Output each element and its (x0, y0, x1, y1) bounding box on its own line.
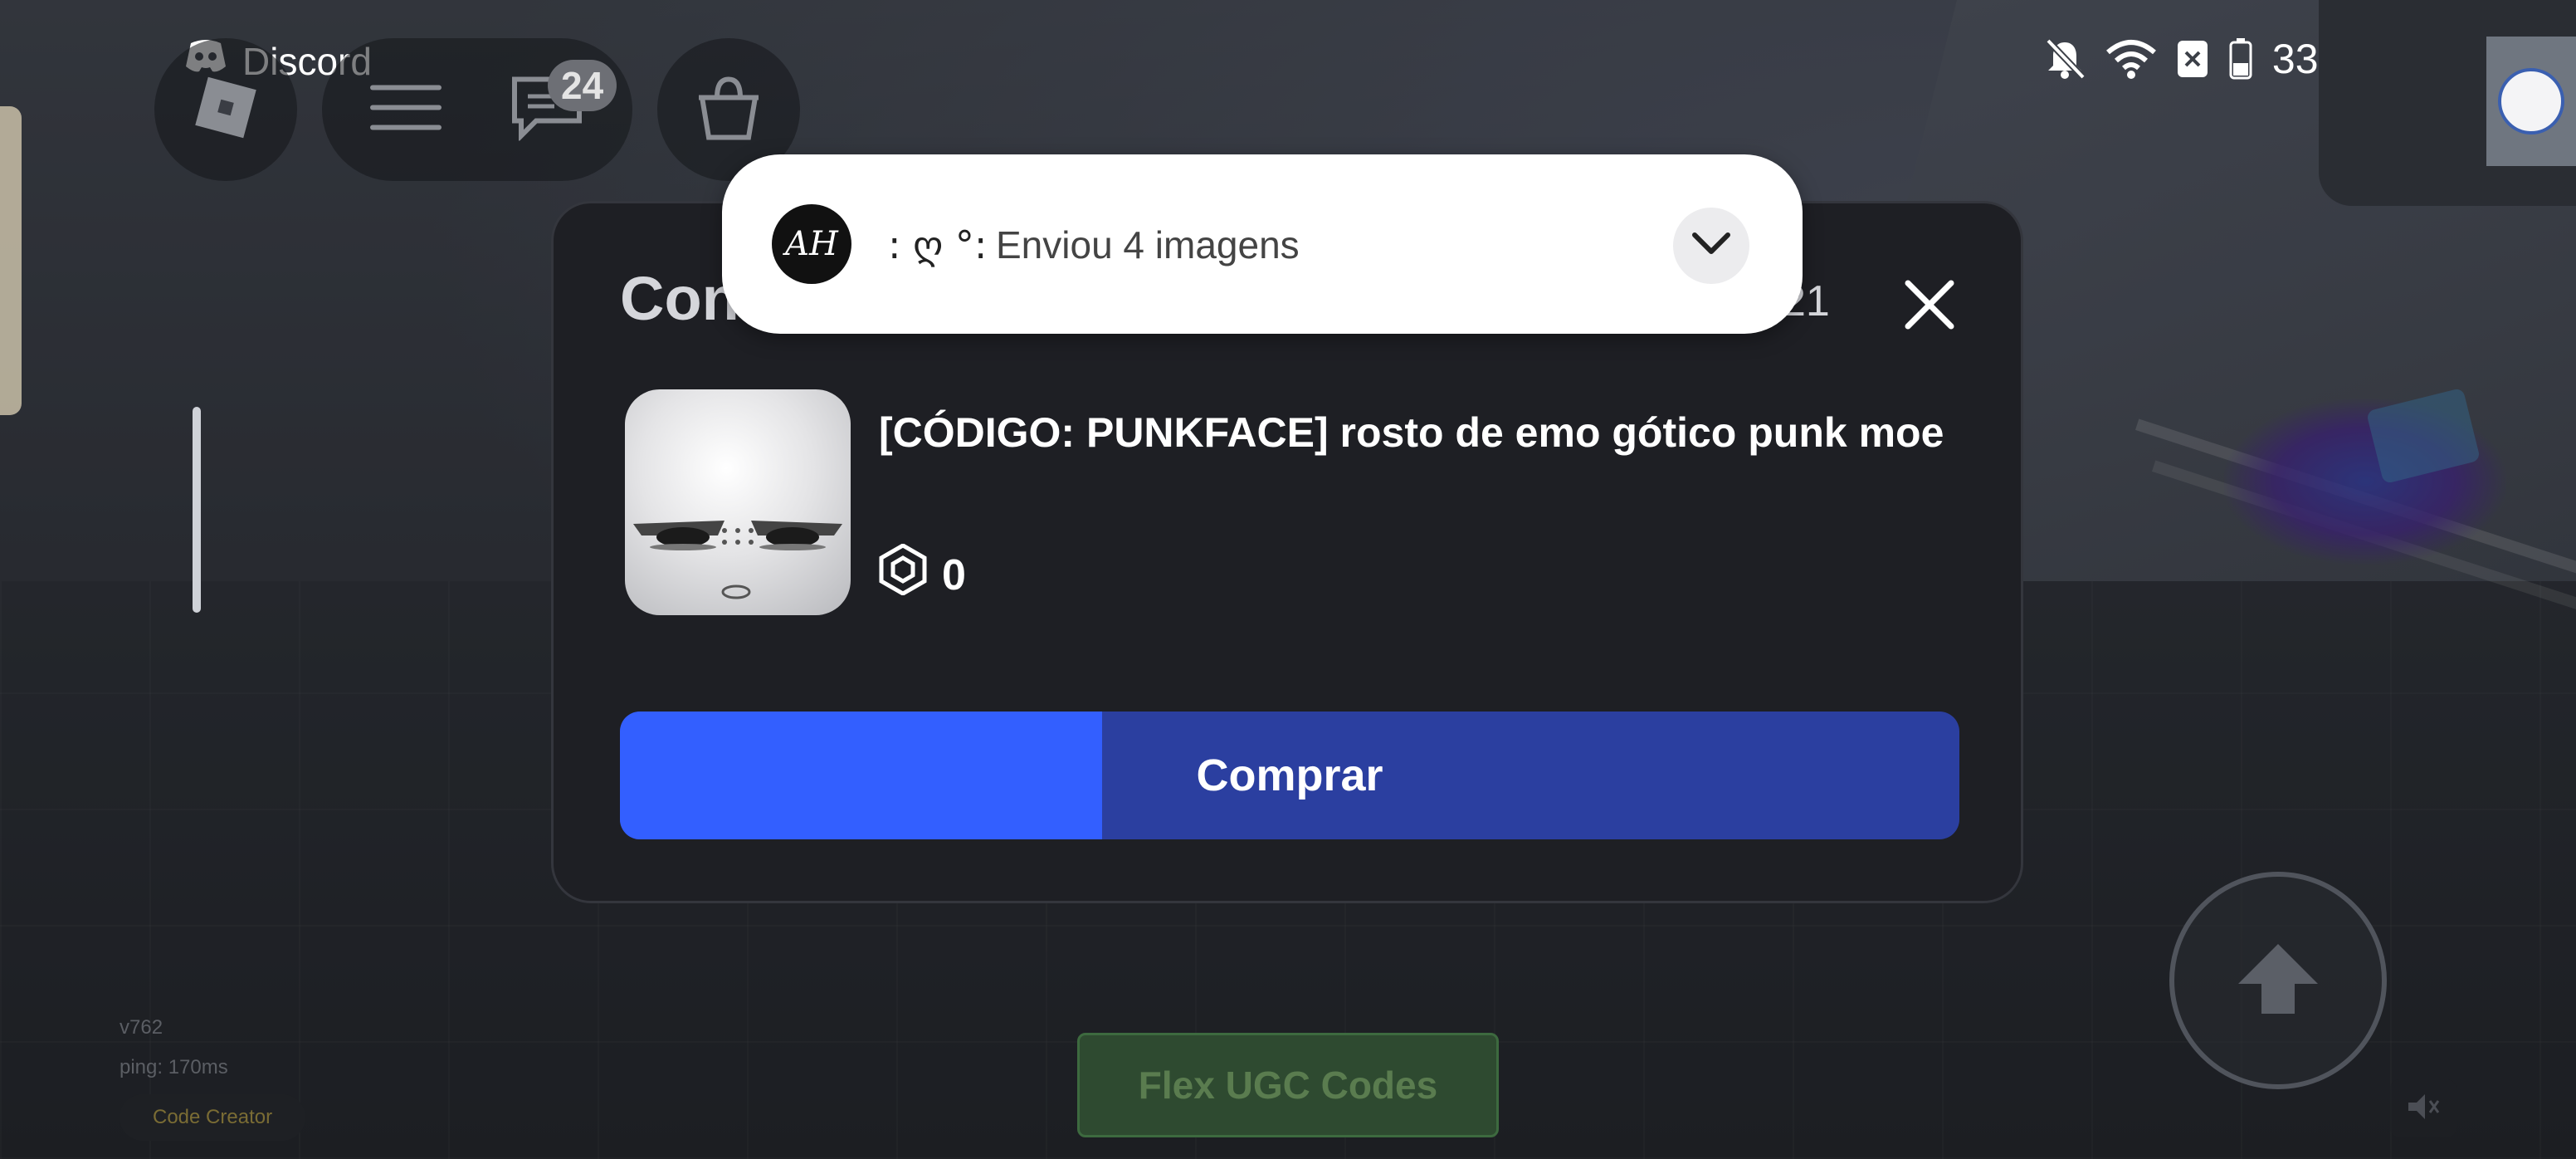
code-creator-button[interactable]: Code Creator (120, 1094, 306, 1141)
vertical-slider[interactable] (193, 407, 201, 613)
notification-avatar: AH (772, 204, 851, 284)
notification-sender: : ღ °: (888, 223, 988, 267)
discord-notification[interactable]: AH : ღ °: Enviou 4 imagens (722, 154, 1803, 334)
jump-button[interactable] (2169, 872, 2387, 1089)
buy-button[interactable]: Comprar (620, 712, 1959, 839)
robux-icon (879, 543, 927, 606)
roblox-menu-button[interactable] (154, 38, 297, 181)
item-thumbnail (625, 389, 851, 615)
chevron-down-icon (1691, 232, 1731, 261)
game-ping: ping: 170ms (120, 1056, 228, 1078)
roblox-logo-icon (194, 76, 257, 144)
game-version: v762 (120, 1016, 163, 1039)
mute-icon (2407, 1093, 2440, 1125)
chat-unread-badge: 24 (548, 60, 617, 111)
flex-ugc-codes-button[interactable]: Flex UGC Codes (1077, 1033, 1499, 1137)
avatar-face (2498, 68, 2564, 134)
shopping-bag-icon (694, 73, 764, 147)
mute-button[interactable] (2390, 1079, 2456, 1137)
notification-message: Enviou 4 imagens (996, 223, 1300, 267)
item-price: 0 (942, 550, 966, 599)
side-drawer-handle[interactable] (0, 106, 22, 415)
close-icon (1888, 280, 1971, 350)
sim-blocked-icon (2176, 39, 2209, 79)
bell-off-icon (2043, 37, 2086, 81)
jump-arrow-icon (2228, 929, 2328, 1033)
wifi-icon (2105, 39, 2156, 79)
player-avatar[interactable] (2486, 37, 2576, 166)
status-bar-right: 33% (2043, 35, 2355, 83)
hamburger-menu-icon[interactable] (370, 82, 442, 138)
battery-icon (2229, 38, 2252, 80)
close-button[interactable] (1888, 263, 1971, 346)
notification-expand-button[interactable] (1673, 208, 1749, 284)
item-name: [CÓDIGO: PUNKFACE] rosto de emo gótico p… (879, 409, 1944, 456)
price-row: 0 (879, 543, 966, 606)
punk-face-icon (633, 521, 842, 599)
buy-button-label: Comprar (1196, 751, 1383, 800)
